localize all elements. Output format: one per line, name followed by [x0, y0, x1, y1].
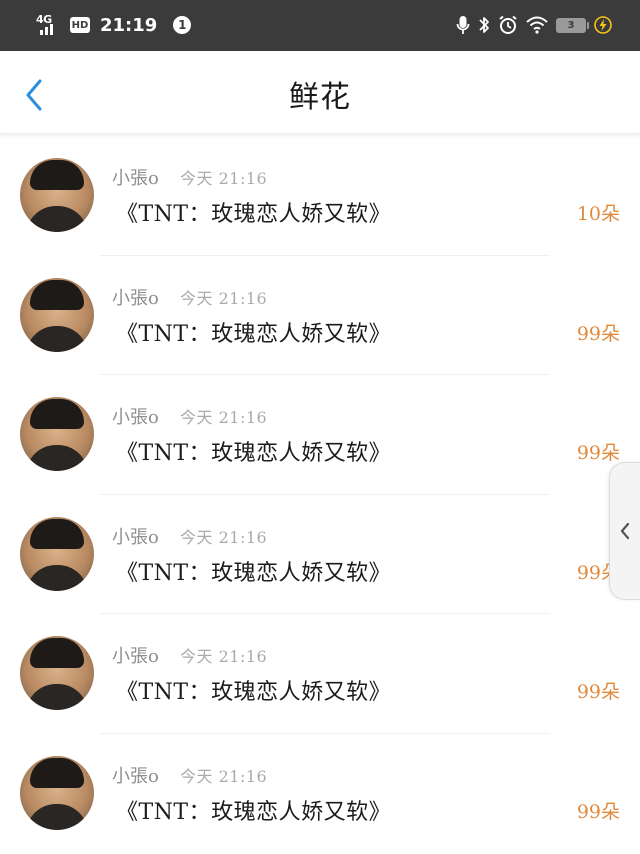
chevron-left-icon	[620, 522, 630, 540]
gift-title: 《TNT：玫瑰恋人娇又软》	[116, 202, 392, 227]
alarm-icon	[498, 15, 518, 35]
gift-title: 《TNT：玫瑰恋人娇又软》	[116, 680, 392, 706]
flower-count: 99朵	[576, 442, 620, 465]
list-item[interactable]: 小張o 今天 21:16 《TNT：玫瑰恋人娇又软》 10朵	[0, 136, 640, 256]
list-item[interactable]: 小張o 今天 21:16 《TNT：玫瑰恋人娇又软》 99朵	[0, 256, 640, 376]
notification-count-badge: 1	[173, 16, 192, 34]
page-title: 鲜花	[289, 80, 351, 115]
gift-title: 《TNT：玫瑰恋人娇又软》	[116, 321, 392, 347]
status-time: 21:19	[100, 14, 158, 36]
sent-time: 今天 21:16	[180, 408, 268, 428]
sent-time: 今天 21:16	[180, 766, 268, 786]
sent-time: 今天 21:16	[180, 647, 268, 667]
flower-count: 99朵	[576, 681, 620, 704]
sender-name: 小張o	[112, 168, 159, 189]
avatar[interactable]	[20, 158, 94, 232]
signal-icon: 4G	[36, 13, 64, 37]
sender-name: 小張o	[112, 765, 159, 787]
sender-name: 小張o	[112, 526, 159, 548]
avatar[interactable]	[20, 636, 94, 711]
flower-count: 99朵	[576, 322, 620, 345]
avatar[interactable]	[20, 277, 94, 352]
sender-name: 小張o	[112, 407, 159, 429]
gift-title: 《TNT：玫瑰恋人娇又软》	[116, 799, 392, 825]
avatar[interactable]	[20, 516, 94, 591]
sent-time: 今天 21:16	[180, 527, 268, 547]
avatar[interactable]	[20, 397, 94, 472]
wifi-icon	[526, 16, 548, 34]
status-bar-right: 3	[456, 12, 612, 38]
gift-title: 《TNT：玫瑰恋人娇又软》	[116, 560, 392, 586]
list-item[interactable]: 小張o 今天 21:16 《TNT：玫瑰恋人娇又软》 99朵	[0, 614, 640, 734]
gift-title: 《TNT：玫瑰恋人娇又软》	[116, 441, 392, 467]
flower-count: 10朵	[576, 203, 620, 225]
sender-name: 小張o	[112, 646, 159, 668]
hd-badge: HD	[70, 17, 90, 33]
status-bar-left: 4G HD 21:19 1	[36, 12, 192, 38]
charging-icon	[594, 16, 612, 34]
flower-count: 99朵	[576, 800, 620, 823]
bluetooth-icon	[478, 15, 490, 35]
side-drawer-handle[interactable]	[609, 462, 640, 600]
list-item[interactable]: 小張o 今天 21:16 《TNT：玫瑰恋人娇又软》 99朵	[0, 734, 640, 854]
top-nav-bar: 鲜花	[0, 51, 640, 134]
avatar[interactable]	[20, 755, 94, 830]
status-bar: 4G HD 21:19 1 3	[0, 0, 640, 51]
sent-time: 今天 21:16	[180, 288, 268, 308]
sender-name: 小張o	[112, 287, 159, 309]
flower-gift-list: 小張o 今天 21:16 《TNT：玫瑰恋人娇又软》 10朵 小張o 今天 21…	[0, 136, 640, 854]
microphone-icon	[456, 15, 470, 35]
battery-icon: 3	[556, 17, 589, 33]
list-item[interactable]: 小張o 今天 21:16 《TNT：玫瑰恋人娇又软》 99朵	[0, 495, 640, 615]
list-item[interactable]: 小張o 今天 21:16 《TNT：玫瑰恋人娇又软》 99朵	[0, 375, 640, 495]
sent-time: 今天 21:16	[180, 169, 268, 188]
